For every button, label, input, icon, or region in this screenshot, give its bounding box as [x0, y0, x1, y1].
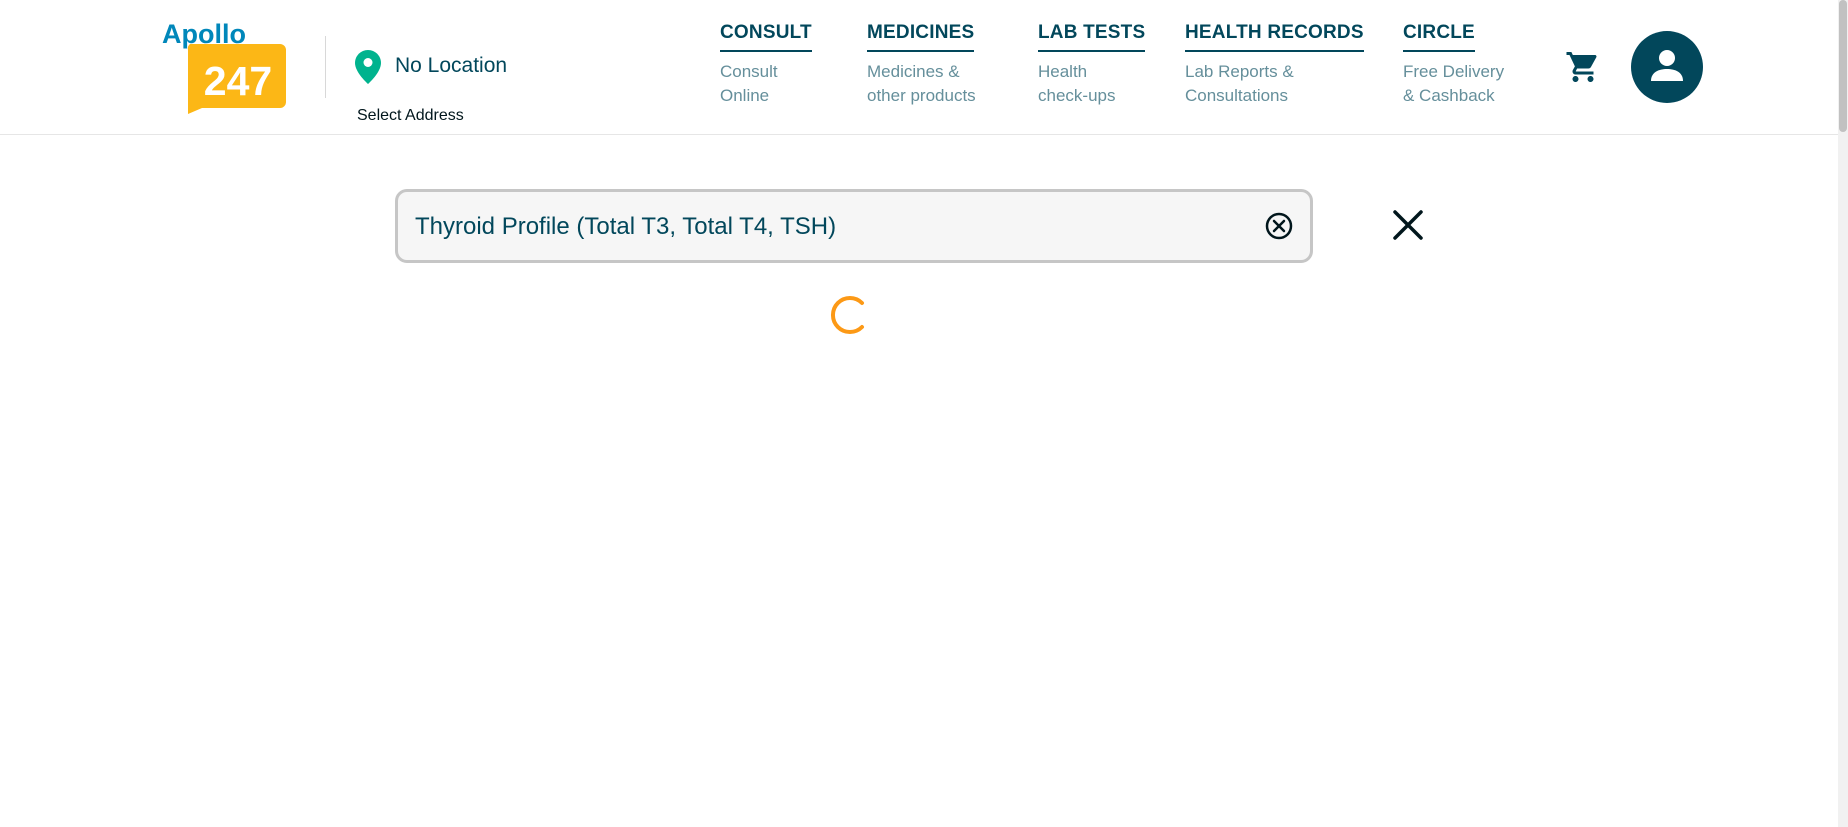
nav-medicines[interactable]: MEDICINES Medicines & other products	[867, 22, 976, 108]
nav-health-records-title: HEALTH RECORDS	[1185, 22, 1364, 52]
nav-lab-tests-desc: Health check-ups	[1038, 62, 1116, 105]
nav-lab-tests-title: LAB TESTS	[1038, 22, 1146, 52]
nav-circle-desc: Free Delivery & Cashback	[1403, 62, 1505, 105]
scrollbar-thumb[interactable]	[1839, 0, 1847, 132]
user-icon	[1651, 50, 1683, 81]
nav-health-records-desc: Lab Reports & Consultations	[1185, 62, 1294, 105]
nav-consult[interactable]: CONSULT Consult Online	[720, 22, 812, 108]
header-divider	[325, 36, 326, 98]
nav-lab-tests[interactable]: LAB TESTS Health check-ups	[1038, 22, 1146, 108]
search-input[interactable]	[413, 192, 1237, 262]
loading-spinner	[826, 291, 874, 339]
clear-circle-icon[interactable]	[1264, 211, 1294, 241]
nav-circle-title: CIRCLE	[1403, 22, 1475, 52]
apollo-247-logo[interactable]: 247 Apollo	[162, 16, 286, 114]
nav-medicines-title: MEDICINES	[867, 22, 975, 52]
nav-consult-desc: Consult Online	[720, 62, 778, 105]
nav-health-records[interactable]: HEALTH RECORDS Lab Reports & Consultation…	[1185, 22, 1364, 108]
profile-button[interactable]	[1631, 31, 1703, 103]
close-icon[interactable]	[1390, 207, 1426, 243]
nav-medicines-desc: Medicines & other products	[867, 62, 976, 105]
search-box	[395, 189, 1313, 263]
select-address-link[interactable]: Select Address	[357, 107, 464, 125]
location-pin-icon[interactable]	[355, 50, 381, 84]
cart-icon[interactable]	[1565, 49, 1601, 85]
svg-text:Apollo: Apollo	[162, 19, 246, 49]
nav-consult-title: CONSULT	[720, 22, 812, 52]
location-label[interactable]: No Location	[395, 54, 507, 78]
svg-text:247: 247	[204, 58, 272, 104]
site-header: 247 Apollo No Location Select Address CO…	[0, 0, 1838, 135]
nav-circle[interactable]: CIRCLE Free Delivery & Cashback	[1403, 22, 1504, 108]
